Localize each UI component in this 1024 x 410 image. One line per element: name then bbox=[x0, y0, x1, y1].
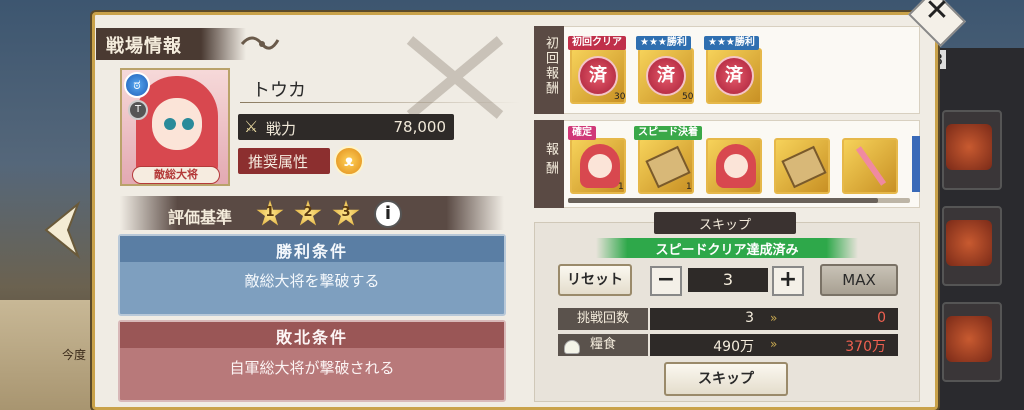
recommended-attribute-label: 推奨属性 bbox=[248, 153, 309, 171]
reset-button[interactable]: リセット bbox=[558, 264, 632, 296]
water-element-icon: ಠ bbox=[124, 72, 150, 98]
arrow-icon: » bbox=[770, 311, 778, 325]
reward-count: 1 bbox=[618, 182, 624, 192]
background-left-text: 今度 bbox=[62, 348, 87, 362]
scroll-icon bbox=[781, 145, 827, 189]
first-clear-reward-item[interactable]: 済 bbox=[706, 48, 762, 104]
claimed-seal-icon: 済 bbox=[646, 56, 686, 96]
ornament-icon bbox=[240, 36, 280, 50]
background-card-icon bbox=[946, 316, 992, 362]
dialog-title: 戦場情報 bbox=[106, 36, 182, 57]
crossed-swords-icon bbox=[406, 36, 504, 119]
lightning-attribute-icon: ᴥ bbox=[334, 146, 364, 176]
reward-item[interactable] bbox=[706, 138, 762, 194]
rewards-label: 報酬 bbox=[543, 142, 558, 180]
wand-icon bbox=[855, 146, 887, 186]
crossed-swords-icon: ⚔ bbox=[244, 117, 259, 136]
skip-header-label: スキップ bbox=[698, 218, 751, 233]
rank-icon: T bbox=[128, 100, 148, 120]
skip-count-input[interactable]: 3 bbox=[688, 268, 768, 292]
skip-button[interactable]: スキップ bbox=[664, 362, 788, 396]
character-card-face bbox=[588, 154, 612, 178]
portrait-face bbox=[152, 98, 202, 150]
star-number: 3 bbox=[341, 205, 351, 220]
info-icon[interactable]: i bbox=[374, 200, 402, 228]
victory-condition-title: 勝利条件 bbox=[275, 242, 348, 261]
max-button[interactable]: MAX bbox=[820, 264, 898, 296]
background-card-icon bbox=[946, 124, 992, 170]
claimed-seal-icon: 済 bbox=[578, 56, 618, 96]
challenge-count-after: 0 bbox=[877, 310, 886, 326]
decrement-button[interactable]: − bbox=[650, 266, 682, 296]
defeat-condition-title: 敗北条件 bbox=[275, 328, 348, 347]
portrait-label: 敵総大将 bbox=[132, 166, 220, 184]
reward-tag: ★★★勝利 bbox=[636, 36, 691, 50]
reward-item[interactable] bbox=[774, 138, 830, 194]
power-value: 78,000 bbox=[393, 118, 447, 136]
reward-count: 1 bbox=[686, 182, 692, 192]
criteria-label: 評価基準 bbox=[168, 208, 233, 227]
reward-tag: スピード決着 bbox=[634, 126, 702, 140]
victory-condition-description: 敵総大将を撃破する bbox=[244, 272, 380, 290]
increment-button[interactable]: + bbox=[772, 266, 804, 296]
name-divider bbox=[240, 102, 520, 103]
power-label: 戦力 bbox=[266, 120, 297, 138]
rice-icon bbox=[564, 340, 580, 354]
scroll-icon bbox=[645, 145, 691, 189]
star-number: 1 bbox=[265, 205, 275, 220]
reward-count: 50 bbox=[682, 92, 694, 102]
reward-item-partial[interactable] bbox=[912, 136, 920, 192]
portrait-eye bbox=[182, 118, 194, 130]
reward-item[interactable] bbox=[842, 138, 898, 194]
challenge-count-current: 3 bbox=[745, 310, 754, 326]
challenge-count-label: 挑戦回数 bbox=[558, 308, 648, 330]
star-number: 2 bbox=[303, 205, 313, 220]
first-clear-rewards-label: 初回報酬 bbox=[543, 36, 558, 96]
speed-clear-status: スピードクリア達成済み bbox=[655, 243, 799, 258]
arrow-icon: » bbox=[770, 337, 778, 351]
rewards-scrollbar-thumb[interactable] bbox=[568, 198, 878, 203]
back-arrow-icon[interactable] bbox=[38, 200, 82, 260]
claimed-seal-icon: 済 bbox=[714, 56, 754, 96]
close-icon[interactable]: ✕ bbox=[922, 0, 952, 26]
defeat-condition-description: 自軍総大将が撃破される bbox=[229, 359, 395, 377]
reward-tag: 初回クリア bbox=[568, 36, 626, 50]
reward-tag: ★★★勝利 bbox=[704, 36, 759, 50]
reward-tag: 確定 bbox=[568, 126, 596, 140]
background-card-icon bbox=[946, 220, 992, 266]
food-current: 490万 bbox=[713, 339, 754, 355]
portrait-eye bbox=[164, 118, 176, 130]
reward-count: 30 bbox=[614, 92, 626, 102]
food-after: 370万 bbox=[845, 339, 886, 355]
character-name: トウカ bbox=[252, 80, 306, 101]
character-card-face bbox=[724, 154, 748, 178]
